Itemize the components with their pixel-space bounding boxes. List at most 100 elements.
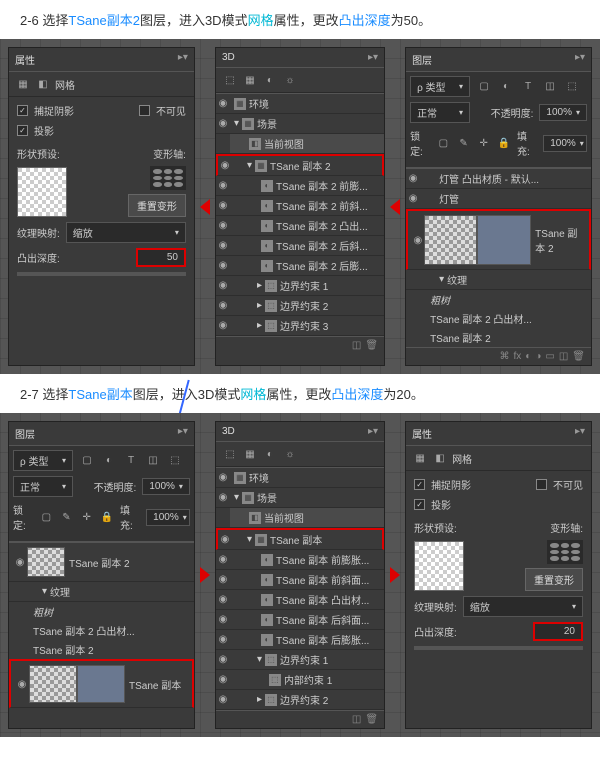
invisible-checkbox[interactable] (536, 479, 547, 490)
lock-icon[interactable]: ▢ (436, 135, 450, 151)
deform-axis-grid[interactable] (150, 166, 186, 190)
close-icon[interactable]: ▸▾ (575, 426, 585, 441)
arrow-left-icon (390, 199, 400, 215)
arrow-left-icon (200, 199, 210, 215)
filter-icon[interactable]: T (520, 79, 536, 95)
layer-sub[interactable]: TSane 副本 2 (406, 328, 591, 347)
close-icon[interactable]: ▸▾ (368, 426, 378, 437)
mesh-label: 网格 (55, 77, 75, 92)
material-icon[interactable]: ◐ (262, 72, 278, 88)
deform-axis-label: 变形轴: (153, 146, 186, 161)
filter-icon[interactable]: ◐ (498, 79, 514, 95)
close-icon[interactable]: ▸▾ (178, 52, 188, 67)
layer-thumb[interactable] (477, 215, 531, 265)
lock-all-icon[interactable]: 🔒 (497, 135, 511, 151)
depth-slider[interactable] (414, 646, 583, 650)
link-icon[interactable]: ⌘ (500, 351, 510, 362)
fill-input[interactable]: 100% (146, 509, 190, 526)
shape-preset-thumb[interactable] (414, 541, 464, 591)
fill-input[interactable]: 100% (543, 135, 587, 152)
blend-mode-dropdown[interactable]: 正常 (410, 102, 470, 123)
mesh-icon[interactable]: ▦ (242, 72, 258, 88)
light-icon[interactable]: ☼ (282, 72, 298, 88)
panel-title[interactable]: 3D (222, 52, 235, 63)
extrude-depth-input[interactable]: 20 (533, 622, 583, 641)
extrude-depth-label: 凸出深度: (17, 250, 60, 265)
properties-panel-2: 属性 ▸▾ ▦◧网格 捕捉阴影不可见 投影 形状预设:变形轴: 重置变形 纹理映… (405, 421, 592, 729)
arrow-right-icon (390, 567, 400, 583)
visibility-icon[interactable]: ◉ (406, 173, 420, 184)
workspace-1: 属性 ▸▾ ▦ ◧ 网格 捕捉阴影 不可见 投影 形状预设: 变形轴: (0, 39, 600, 374)
visibility-icon[interactable]: ◉ (216, 280, 230, 291)
depth-slider[interactable] (17, 272, 186, 276)
filter-icon[interactable]: ⬚ (222, 72, 238, 88)
opacity-input[interactable]: 100% (142, 478, 190, 495)
delete-icon[interactable]: 🗑 (365, 340, 378, 351)
visibility-icon[interactable]: ◉ (216, 200, 230, 211)
cube-icon[interactable]: ◧ (35, 76, 51, 92)
instruction-2: 2-7 选择TSane副本图层，进入3D模式网格属性，更改凸出深度为20。 (0, 374, 600, 413)
visibility-icon[interactable]: ◉ (216, 118, 230, 129)
visibility-icon[interactable]: ◉ (218, 160, 232, 171)
visibility-icon[interactable]: ◉ (216, 98, 230, 109)
shape-preset-thumb[interactable] (17, 167, 67, 217)
texture-map-dropdown[interactable]: 缩放 (463, 596, 583, 617)
close-icon[interactable]: ▸▾ (575, 52, 585, 67)
panel-title[interactable]: 属性 (15, 52, 35, 67)
filter-icon[interactable]: ◫ (542, 79, 558, 95)
cast-shadow-checkbox[interactable] (17, 125, 28, 136)
cast-shadow-checkbox[interactable] (414, 499, 425, 510)
layers-panel: 图层 ▸▾ ρ 类型 ▢ ◐ T ◫ ⬚ 正常 不透明度: 100% 锁定: ▢… (405, 47, 592, 366)
mask-icon[interactable]: ◐ (525, 351, 531, 362)
visibility-icon[interactable]: ◉ (216, 180, 230, 191)
visibility-icon[interactable]: ◉ (216, 260, 230, 271)
new-icon[interactable]: ◫ (559, 351, 568, 362)
extrude-depth-input[interactable]: 50 (136, 248, 186, 267)
invisible-label: 不可见 (156, 103, 186, 118)
properties-panel: 属性 ▸▾ ▦ ◧ 网格 捕捉阴影 不可见 投影 形状预设: 变形轴: (8, 47, 195, 366)
layer-sub[interactable]: TSane 副本 2 凸出材... (406, 309, 591, 328)
visibility-icon[interactable]: ◉ (216, 220, 230, 231)
3d-panel-2: 3D ▸▾ ⬚▦◐☼ ◉▦环境 ◉▾▦场景 ◧当前视图 ◉▾▦TSane 副本 … (215, 421, 385, 729)
invisible-checkbox[interactable] (139, 105, 150, 116)
visibility-icon[interactable]: ◉ (412, 235, 424, 246)
instruction-1: 2-6 选择TSane副本2图层，进入3D模式网格属性，更改凸出深度为50。 (0, 0, 600, 39)
type-filter-dropdown[interactable]: ρ 类型 (13, 450, 73, 471)
panel-title[interactable]: 图层 (15, 426, 35, 441)
visibility-icon[interactable]: ◉ (406, 193, 420, 204)
mesh-icon[interactable]: ▦ (15, 76, 31, 92)
lock-pos-icon[interactable]: ✛ (477, 135, 491, 151)
catch-shadow-label: 捕捉阴影 (34, 103, 74, 118)
type-filter-dropdown[interactable]: ρ 类型 (410, 76, 470, 97)
close-icon[interactable]: ▸▾ (368, 52, 378, 63)
visibility-icon[interactable]: ◉ (216, 320, 230, 331)
close-icon[interactable]: ▸▾ (178, 426, 188, 441)
filter-icon[interactable]: ▢ (476, 79, 492, 95)
opacity-label: 不透明度: (491, 105, 534, 120)
filter-icon[interactable]: ⬚ (564, 79, 580, 95)
new-icon[interactable]: ◫ (352, 340, 361, 351)
folder-icon[interactable]: ▭ (545, 351, 554, 362)
layer-sub[interactable]: 粗树 (406, 290, 591, 309)
reset-deform-button[interactable]: 重置变形 (525, 568, 583, 591)
blend-mode-dropdown[interactable]: 正常 (13, 476, 73, 497)
arrow-right-icon (200, 567, 210, 583)
workspace-2: 图层 ▸▾ ρ 类型 ▢◐T◫⬚ 正常不透明度:100% 锁定:▢✎✛🔒填充:1… (0, 413, 600, 737)
texture-map-dropdown[interactable]: 缩放 (66, 222, 186, 243)
visibility-icon[interactable]: ◉ (216, 240, 230, 251)
3d-panel: 3D ▸▾ ⬚ ▦ ◐ ☼ ◉▦环境 ◉▾▦场景 ◧当前视图 ◉▾▦TSane … (215, 47, 385, 366)
catch-shadow-checkbox[interactable] (414, 479, 425, 490)
deform-axis-grid[interactable] (547, 540, 583, 564)
visibility-icon[interactable]: ◉ (216, 300, 230, 311)
cast-shadow-label: 投影 (34, 123, 54, 138)
fill-label: 填充: (517, 128, 537, 158)
lock-label: 锁定: (410, 128, 430, 158)
adjust-icon[interactable]: ◑ (535, 351, 541, 362)
delete-icon[interactable]: 🗑 (572, 351, 585, 362)
reset-deform-button[interactable]: 重置变形 (128, 194, 186, 217)
lock-pixel-icon[interactable]: ✎ (456, 135, 470, 151)
catch-shadow-checkbox[interactable] (17, 105, 28, 116)
panel-title[interactable]: 图层 (412, 52, 432, 67)
opacity-input[interactable]: 100% (539, 104, 587, 121)
layer-thumb[interactable] (424, 215, 478, 265)
